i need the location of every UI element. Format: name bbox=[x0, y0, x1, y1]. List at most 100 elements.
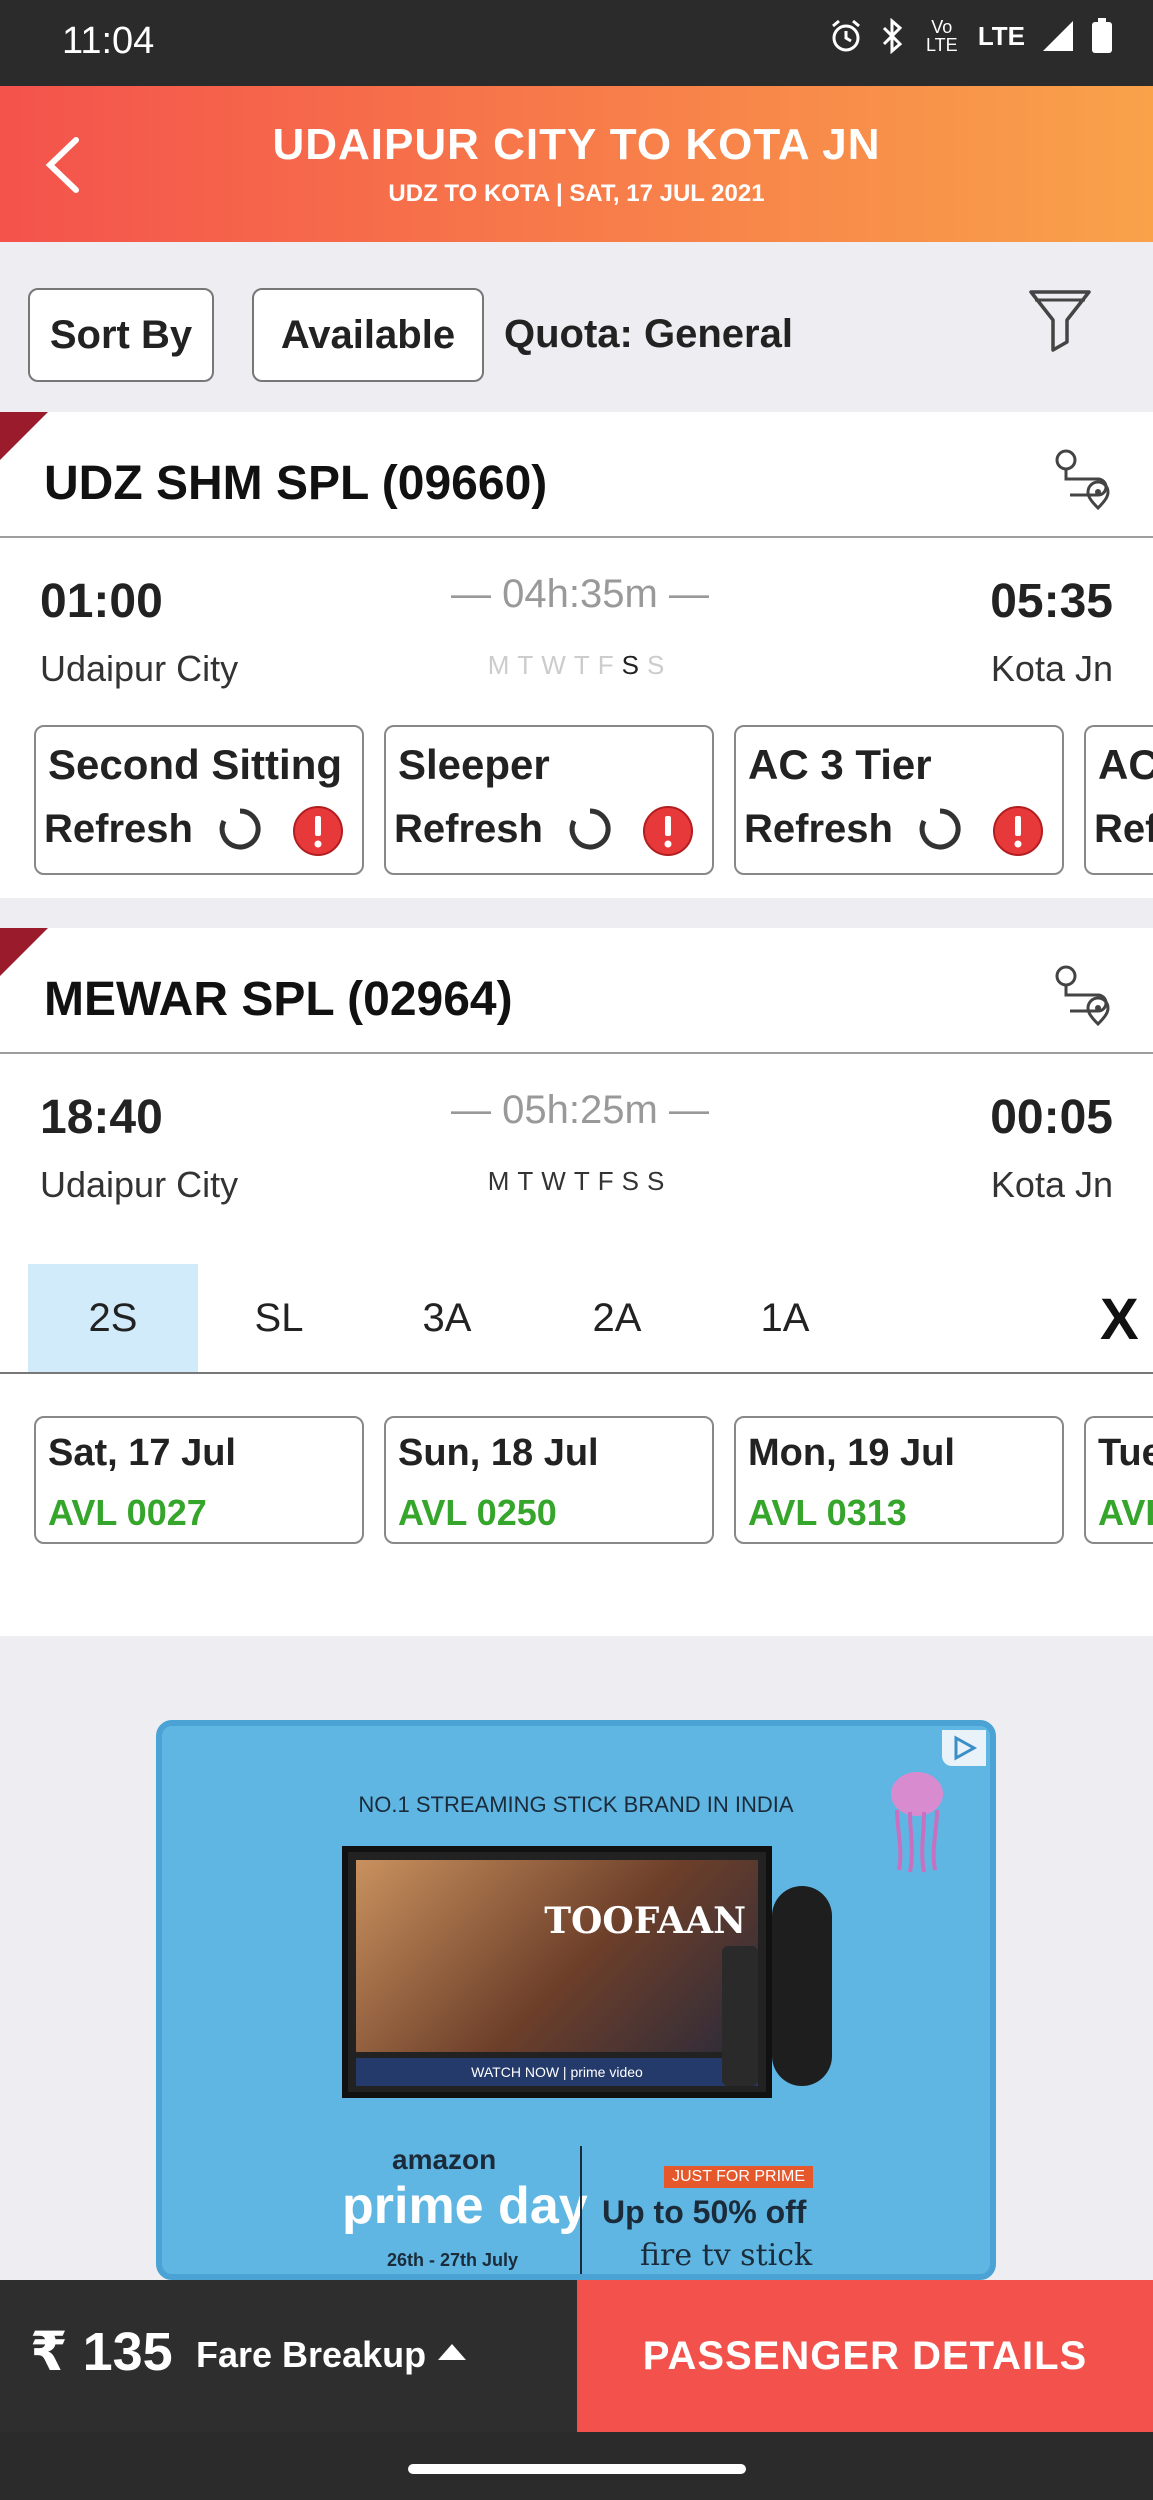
day-thu: T bbox=[573, 650, 598, 680]
home-gesture-handle[interactable] bbox=[408, 2464, 746, 2474]
divider bbox=[0, 1052, 1153, 1054]
availability-date: Sun, 18 Jul bbox=[398, 1432, 599, 1474]
day-tue: T bbox=[517, 650, 542, 680]
arrival-time: 00:05 bbox=[990, 1091, 1113, 1144]
journey-duration: — 05h:25m — bbox=[451, 1088, 709, 1132]
filter-row: Sort By Available Quota: General bbox=[0, 242, 1153, 412]
day-fri: F bbox=[597, 1166, 622, 1196]
journey-duration: — 04h:35m — bbox=[451, 572, 709, 616]
quota-selector[interactable]: Quota: General bbox=[504, 312, 793, 357]
jellyfish-icon bbox=[891, 1772, 943, 1873]
alert-icon bbox=[643, 806, 693, 856]
volte-indicator: Vo LTE bbox=[925, 17, 958, 55]
sort-by-button[interactable]: Sort By bbox=[28, 288, 214, 382]
tabs-divider bbox=[0, 1372, 1153, 1374]
alert-icon bbox=[293, 806, 343, 856]
tab-1a[interactable]: 1A bbox=[700, 1264, 870, 1372]
available-filter-button[interactable]: Available bbox=[252, 288, 484, 382]
tab-3a[interactable]: 3A bbox=[362, 1264, 532, 1372]
ad-tv-image: TOOFAAN WATCH NOW | prime video bbox=[342, 1846, 772, 2098]
availability-box[interactable]: Sat, 17 Jul AVL 0027 bbox=[34, 1416, 364, 1544]
availability-box[interactable]: Sun, 18 Jul AVL 0250 bbox=[384, 1416, 714, 1544]
divider bbox=[0, 536, 1153, 538]
class-box-ac-partial[interactable]: AC Ref bbox=[1084, 725, 1153, 875]
train-corner-tag bbox=[0, 412, 48, 460]
availability-status: AVL 0027 bbox=[48, 1492, 207, 1533]
class-box-second-sitting[interactable]: Second Sitting Refresh bbox=[34, 725, 364, 875]
ad-badge: JUST FOR PRIME bbox=[664, 2166, 814, 2188]
class-box-ac3-tier[interactable]: AC 3 Tier Refresh bbox=[734, 725, 1064, 875]
refresh-icon[interactable] bbox=[916, 805, 964, 853]
status-time: 11:04 bbox=[62, 20, 155, 62]
ad-movie-title: TOOFAAN bbox=[544, 1900, 746, 1942]
refresh-label: Refresh bbox=[394, 807, 543, 851]
ad-product: fire tv stick bbox=[640, 2238, 813, 2273]
close-tabs-button[interactable]: X bbox=[1100, 1286, 1139, 1353]
day-sun: S bbox=[646, 650, 673, 680]
ad-separator bbox=[580, 2146, 582, 2274]
fare-price: ₹ 135 bbox=[30, 2322, 173, 2382]
duration-text: 04h:35m bbox=[502, 572, 658, 616]
to-station: Kota Jn bbox=[990, 1164, 1113, 1205]
ad-movie-poster bbox=[356, 1860, 758, 2052]
refresh-label: Ref bbox=[1094, 807, 1153, 851]
route-map-icon[interactable] bbox=[1050, 962, 1120, 1032]
day-sun: S bbox=[646, 1166, 673, 1196]
day-tue: T bbox=[517, 1166, 542, 1196]
day-mon: M bbox=[487, 650, 518, 680]
route-map-icon[interactable] bbox=[1050, 446, 1120, 516]
availability-date: Sat, 17 Jul bbox=[48, 1432, 236, 1474]
signal-icon bbox=[1043, 21, 1073, 51]
remote-image bbox=[772, 1886, 832, 2086]
class-name: AC 3 Tier bbox=[748, 741, 932, 788]
tab-sl[interactable]: SL bbox=[194, 1264, 364, 1372]
refresh-label: Refresh bbox=[744, 807, 893, 851]
ad-headline: NO.1 STREAMING STICK BRAND IN INDIA bbox=[358, 1792, 794, 1817]
departure-time: 18:40 bbox=[40, 1091, 163, 1144]
train-corner-tag bbox=[0, 928, 48, 976]
arrival-time: 05:35 bbox=[990, 575, 1113, 628]
network-type: LTE bbox=[977, 20, 1025, 51]
run-days: MTWTFSS bbox=[420, 1166, 740, 1197]
duration-text: 05h:25m bbox=[502, 1088, 658, 1132]
train-name: MEWAR SPL (02964) bbox=[44, 973, 513, 1026]
availability-status: AVL 0313 bbox=[748, 1492, 907, 1533]
refresh-icon[interactable] bbox=[216, 805, 264, 853]
ad-brand-small: amazon bbox=[392, 2144, 497, 2175]
tab-2a[interactable]: 2A bbox=[532, 1264, 702, 1372]
passenger-details-button[interactable]: PASSENGER DETAILS bbox=[577, 2280, 1153, 2432]
alert-icon bbox=[993, 806, 1043, 856]
ad-brand: prime day bbox=[342, 2177, 588, 2235]
to-station: Kota Jn bbox=[990, 648, 1113, 689]
from-station: Udaipur City bbox=[40, 1164, 239, 1205]
bottom-bar: ₹ 135 Fare Breakup PASSENGER DETAILS bbox=[0, 2280, 1153, 2432]
ad-dates: 26th - 27th July bbox=[387, 2250, 519, 2270]
availability-box[interactable]: Mon, 19 Jul AVL 0313 bbox=[734, 1416, 1064, 1544]
availability-box-partial[interactable]: Tue AVL bbox=[1084, 1416, 1153, 1544]
advertisement-banner[interactable]: NO.1 STREAMING STICK BRAND IN INDIA TOOF… bbox=[156, 1720, 996, 2280]
class-name: AC bbox=[1098, 741, 1153, 788]
departure-time: 01:00 bbox=[40, 575, 163, 628]
system-nav-bar bbox=[0, 2432, 1153, 2500]
train-name: UDZ SHM SPL (09660) bbox=[44, 457, 548, 510]
tab-2s[interactable]: 2S bbox=[28, 1264, 198, 1372]
class-box-sleeper[interactable]: Sleeper Refresh bbox=[384, 725, 714, 875]
day-fri: F bbox=[597, 650, 622, 680]
status-icons: Vo LTE LTE bbox=[828, 18, 1113, 54]
day-wed: W bbox=[541, 1166, 574, 1196]
caret-up-icon[interactable] bbox=[438, 2344, 466, 2360]
from-station: Udaipur City bbox=[40, 648, 239, 689]
day-sat: S bbox=[621, 1166, 647, 1196]
availability-status: AVL 0250 bbox=[398, 1492, 557, 1533]
fire-stick-image bbox=[722, 1946, 758, 2086]
availability-date: Mon, 19 Jul bbox=[748, 1432, 955, 1474]
ad-choices-icon[interactable] bbox=[942, 1730, 986, 1766]
ad-offer: Up to 50% off bbox=[602, 2194, 807, 2230]
class-name: Second Sitting bbox=[48, 741, 342, 788]
day-sat: S bbox=[621, 650, 647, 680]
filter-funnel-icon[interactable] bbox=[1025, 286, 1095, 356]
refresh-icon[interactable] bbox=[566, 805, 614, 853]
availability-date: Tue bbox=[1098, 1432, 1153, 1474]
fare-breakup-link[interactable]: Fare Breakup bbox=[196, 2334, 426, 2376]
page-subtitle: UDZ TO KOTA | SAT, 17 JUL 2021 bbox=[388, 180, 765, 207]
